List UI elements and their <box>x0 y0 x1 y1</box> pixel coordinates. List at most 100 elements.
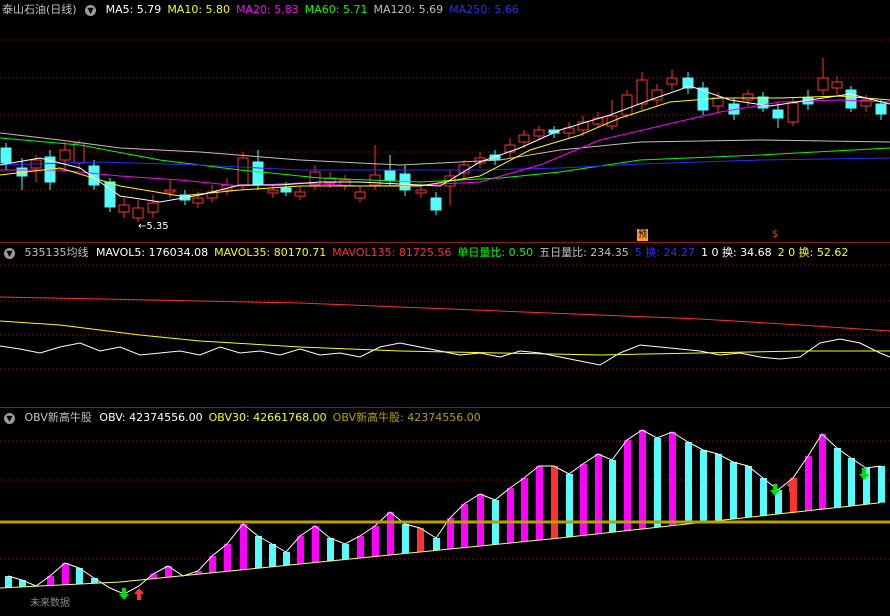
candle-body <box>384 169 396 181</box>
candle-body <box>354 191 366 199</box>
indicator-5: 5 换: 24.27 <box>634 246 695 259</box>
obv-bar <box>477 494 484 546</box>
candle-body <box>757 96 769 109</box>
low-price-label: ←5.35 <box>138 221 169 232</box>
candle-body <box>621 94 633 116</box>
candle-body <box>742 93 754 101</box>
obv-bar <box>312 526 319 563</box>
obv-bar <box>224 544 231 572</box>
obv-bar <box>402 524 409 554</box>
obv-bar <box>269 544 276 567</box>
obv-bar <box>580 464 587 536</box>
obv-bar <box>417 528 424 552</box>
indicator-6: 1 0 换: 34.68 <box>700 246 772 259</box>
candle-body <box>118 204 130 213</box>
obv-bar <box>566 474 573 538</box>
obv-bar <box>834 448 841 508</box>
obv-bar <box>297 536 304 564</box>
candle-body <box>237 157 249 186</box>
obv-bar <box>255 536 262 569</box>
obv-bar <box>461 504 468 548</box>
obv-bar <box>685 442 692 524</box>
candle-body <box>875 103 887 115</box>
obv-bar <box>730 462 737 519</box>
chevron-down-icon[interactable]: ▼ <box>4 247 15 259</box>
obv-panel-title: OBV新高牛股 <box>24 411 92 424</box>
obv-bar <box>357 536 364 558</box>
indicator-1: MAVOL35: 80170.71 <box>214 246 327 259</box>
candle-body <box>59 149 71 161</box>
candlestick-chart[interactable] <box>0 0 890 242</box>
obv-bar <box>654 438 661 528</box>
candle-body <box>504 144 516 153</box>
obv-panel[interactable]: ▼ OBV新高牛股 OBV: 42374556.00 OBV30: 4266176… <box>0 408 890 616</box>
volume-panel[interactable]: ▼ 535135均线 MAVOL5: 176034.08 MAVOL35: 801… <box>0 243 890 407</box>
obv-panel-header: ▼ OBV新高牛股 OBV: 42374556.00 OBV30: 4266176… <box>0 408 890 428</box>
indicator-3: MA60: 5.71 <box>304 3 368 16</box>
ma250-line <box>0 157 890 171</box>
obv-bar <box>715 454 722 521</box>
volume-indicators: MAVOL5: 176034.08 MAVOL35: 80170.71 MAVOL1… <box>96 246 854 259</box>
candle-body <box>518 134 530 143</box>
obv-bar <box>62 563 69 585</box>
obv-bar <box>760 478 767 516</box>
dollar-marker: $ <box>772 229 779 240</box>
volume-ma-chart[interactable] <box>0 243 890 407</box>
obv-bar <box>805 456 812 511</box>
chevron-down-icon[interactable]: ▼ <box>85 4 97 16</box>
obv-bar <box>507 488 514 543</box>
obv-bar <box>848 458 855 506</box>
obv-bar <box>745 466 752 518</box>
low-price-value: 5.35 <box>146 221 169 232</box>
indicator-4: 五日量比: 234.35 <box>539 246 629 259</box>
candle-body <box>415 189 427 194</box>
candle-body <box>430 197 442 211</box>
volume-panel-title: 535135均线 <box>24 246 89 259</box>
candle-body <box>845 89 857 109</box>
indicator-5: MA250: 5.66 <box>449 3 519 16</box>
obv-bar <box>700 450 707 523</box>
obv-bar <box>5 576 12 588</box>
obv-bar <box>536 466 543 541</box>
indicator-2: OBV新高牛股: 42374556.00 <box>332 411 481 424</box>
indicator-1: MA10: 5.80 <box>167 3 231 16</box>
candle-body <box>104 181 116 208</box>
candle-body <box>294 191 306 197</box>
mavol35-line <box>0 320 890 356</box>
obv-bar <box>819 434 826 510</box>
obv-chart[interactable] <box>0 408 890 616</box>
candle-body <box>0 147 12 164</box>
indicator-7: 2 0 换: 52.62 <box>777 246 849 259</box>
obv-bar <box>283 552 290 566</box>
obv-bar <box>669 432 676 526</box>
candle-body <box>280 187 292 193</box>
obv-bar <box>521 478 528 542</box>
candle-body <box>817 77 829 91</box>
candle-body <box>636 79 648 105</box>
price-panel-header: 泰山石油(日线) ▼ MA5: 5.79 MA10: 5.80 MA20: 5.83… <box>0 0 890 20</box>
price-panel-title: 泰山石油(日线) <box>2 3 77 16</box>
yu-marker: 预 <box>637 229 649 241</box>
candle-body <box>192 197 204 204</box>
candle-body <box>533 129 545 137</box>
obv-bar <box>624 440 631 531</box>
price-indicators: MA5: 5.79 MA10: 5.80 MA20: 5.83 MA60: 5.71 M… <box>106 3 525 16</box>
candle-body <box>712 97 724 107</box>
up-arrow-icon <box>134 588 144 600</box>
obv-footer-text: 未来数据 <box>30 598 70 609</box>
indicator-3: 单日量比: 0.50 <box>457 246 534 259</box>
ma20-line <box>0 99 890 187</box>
chevron-down-icon[interactable]: ▼ <box>4 412 15 424</box>
candle-body <box>252 161 264 186</box>
price-panel[interactable]: 泰山石油(日线) ▼ MA5: 5.79 MA10: 5.80 MA20: 5.83… <box>0 0 890 242</box>
indicator-1: OBV30: 42661768.00 <box>208 411 327 424</box>
candle-body <box>831 81 843 89</box>
obv-bar <box>551 466 558 539</box>
indicator-0: OBV: 42374556.00 <box>99 411 203 424</box>
obv-bar <box>342 544 349 560</box>
obv-bar <box>878 466 885 503</box>
mavol135-line <box>0 296 890 332</box>
candle-body <box>666 77 678 85</box>
indicator-0: MA5: 5.79 <box>105 3 162 16</box>
obv-bar <box>433 538 440 551</box>
